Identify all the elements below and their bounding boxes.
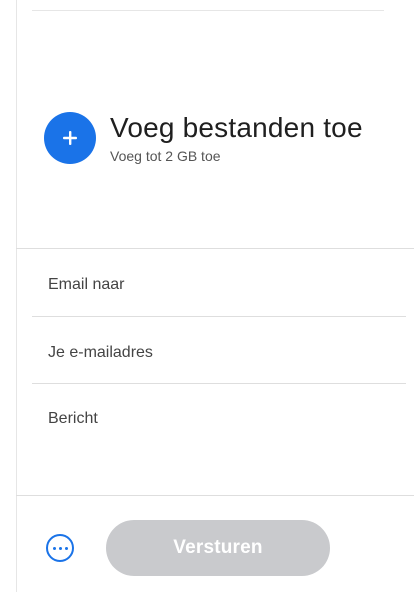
more-options-icon (52, 546, 56, 550)
add-files-button[interactable] (44, 112, 96, 164)
your-email-input[interactable] (48, 339, 388, 367)
add-files-title: Voeg bestanden toe (110, 112, 363, 143)
transfer-panel: Voeg bestanden toe Voeg tot 2 GB toe Ver… (0, 0, 414, 592)
email-to-input[interactable] (48, 271, 388, 299)
upload-divider (16, 248, 414, 249)
more-options-button[interactable] (46, 534, 74, 562)
message-textarea[interactable] (48, 410, 388, 480)
add-files-text: Voeg bestanden toe Voeg tot 2 GB toe (110, 112, 363, 164)
add-files-limit: Voeg tot 2 GB toe (110, 148, 221, 164)
plus-icon (63, 131, 77, 145)
add-files-area[interactable]: Voeg bestanden toe Voeg tot 2 GB toe (44, 108, 384, 168)
send-button[interactable]: Versturen (106, 520, 330, 576)
field-divider (32, 316, 406, 317)
top-divider (32, 10, 384, 11)
field-divider (32, 383, 406, 384)
send-button-label: Versturen (173, 537, 263, 558)
left-border (16, 0, 17, 592)
actions-divider (16, 495, 414, 496)
